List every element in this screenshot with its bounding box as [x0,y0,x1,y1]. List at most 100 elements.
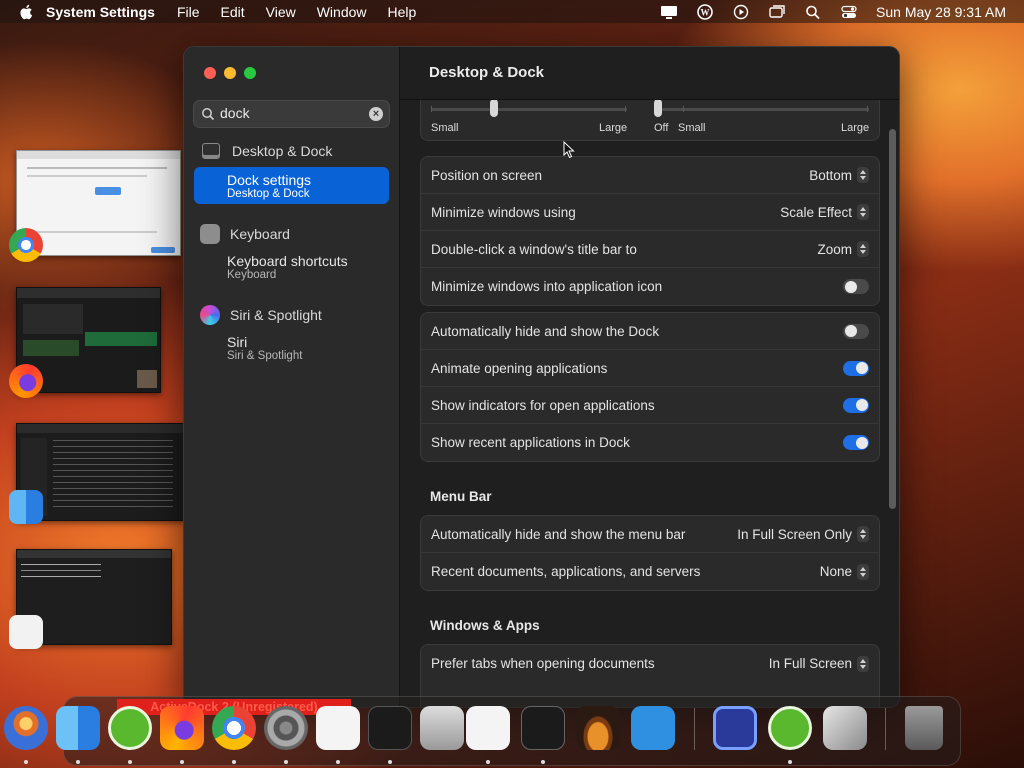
row-label: Automatically hide and show the menu bar [431,526,686,542]
autohide-dock-toggle[interactable] [843,323,869,339]
sidebar-result-keyboard-shortcuts[interactable]: Keyboard shortcuts Keyboard [194,248,389,285]
menu-clock[interactable]: Sun May 28 9:31 AM [876,4,1006,20]
menu-help[interactable]: Help [388,4,417,20]
magnification-tick [867,106,868,112]
finder-icon[interactable] [56,706,100,750]
minimize-button[interactable] [224,67,236,79]
running-indicator [128,760,132,764]
trash-icon[interactable] [905,706,943,750]
popup-value: Zoom [817,241,852,257]
position-popup[interactable]: Bottom [809,167,869,183]
row-label: Recent documents, applications, and serv… [431,564,701,579]
chevron-up-down-icon [857,204,869,220]
sidebar-result-siri[interactable]: Siri Siri & Spotlight [194,329,389,366]
clear-search-icon[interactable]: × [369,107,383,121]
siri-icon [200,305,220,325]
show-indicators-toggle[interactable] [843,397,869,413]
sidebar-result-dock-settings[interactable]: Dock settings Desktop & Dock [194,167,389,204]
launchpad-rocket-icon[interactable] [4,706,48,750]
recent-terminal-icon[interactable] [521,706,565,750]
apple-menu-icon[interactable] [18,3,36,21]
minimize-into-app-icon-toggle[interactable] [843,279,869,294]
menu-window[interactable]: Window [317,4,367,20]
magnification-max-label: Large [841,122,870,134]
search-input[interactable]: dock [220,105,250,121]
sidebar-item-label: Siri & Spotlight [230,307,322,323]
result-title: Keyboard shortcuts [227,253,348,269]
dock-separator [694,708,695,750]
double-click-popup[interactable]: Zoom [817,241,869,257]
firefox-badge-icon [9,364,43,398]
display-icon[interactable] [660,4,678,20]
dock-separator [885,708,886,750]
row-label: Position on screen [431,167,543,183]
popup-value: None [819,564,852,579]
running-indicator [24,760,28,764]
minimize-effect-popup[interactable]: Scale Effect [780,204,869,220]
size-max-label: Large [599,122,628,134]
magnification-min-label: Small [678,122,706,134]
terminal-icon[interactable] [368,706,412,750]
menu-view[interactable]: View [266,4,296,20]
recent-installer-icon[interactable] [823,706,867,750]
archive-utility-icon[interactable] [420,706,464,750]
magnification-slider-knob[interactable] [654,100,662,117]
finder-badge-icon [9,490,43,524]
row-label: Minimize windows into application icon [431,279,663,294]
result-caption: Desktop & Dock [227,188,310,200]
size-slider-track[interactable] [431,108,627,111]
close-button[interactable] [204,67,216,79]
search-field[interactable]: dock × [193,100,390,128]
dock-size-magnification-group: Small Large Off Small Large [420,100,880,141]
result-title: Dock settings [227,172,312,188]
popup-value: Bottom [809,167,852,183]
sidebar-item-siri-spotlight[interactable]: Siri & Spotlight [200,305,322,325]
dock-toggles-group: Automatically hide and show the Dock Ani… [420,312,880,462]
mouse-cursor-icon [563,141,575,159]
windows-icon[interactable] [768,4,786,20]
result-caption: Siri & Spotlight [227,350,303,362]
system-settings-gear-icon[interactable] [264,706,308,750]
sidebar-item-desktop-dock[interactable]: Desktop & Dock [200,143,332,159]
recent-textedit-icon[interactable] [466,706,510,750]
menu-file[interactable]: File [177,4,200,20]
spotlight-icon[interactable] [804,4,822,20]
double-click-title-bar-row: Double-click a window's title bar to Zoo… [421,231,879,268]
garageband-guitar-icon[interactable] [576,706,620,750]
zoom-button[interactable] [244,67,256,79]
keyboard-icon [200,224,220,244]
recent-utorrent-icon[interactable] [768,706,812,750]
recent-items-popup[interactable]: None [819,563,869,580]
textedit-icon[interactable] [316,706,360,750]
magnification-tick [683,106,684,112]
magnification-slider-track[interactable] [655,108,869,111]
utorrent-icon[interactable] [108,706,152,750]
vscode-icon[interactable] [631,706,675,750]
play-icon[interactable] [732,4,750,20]
row-label: Automatically hide and show the Dock [431,323,660,339]
size-slider-knob[interactable] [490,100,498,117]
autohide-menu-bar-popup[interactable]: In Full Screen Only [737,526,869,542]
chevron-up-down-icon [857,526,869,542]
window-controls [204,67,256,79]
popup-value: In Full Screen Only [737,526,852,542]
animate-opening-toggle[interactable] [843,360,869,376]
control-center-icon[interactable] [840,4,858,20]
chrome-icon[interactable] [212,706,256,750]
prefer-tabs-popup[interactable]: In Full Screen [768,655,869,672]
menu-edit[interactable]: Edit [221,4,245,20]
position-on-screen-row: Position on screen Bottom [421,157,879,194]
firefox-icon[interactable] [160,706,204,750]
sidebar-item-keyboard[interactable]: Keyboard [200,224,290,244]
dock-options-group: Position on screen Bottom Minimize windo… [420,156,880,306]
show-recent-apps-toggle[interactable] [843,435,869,450]
vertical-scrollbar[interactable] [889,129,896,509]
running-indicator [388,760,392,764]
recent-app-spiral-icon[interactable] [713,706,757,750]
menu-app-name[interactable]: System Settings [46,4,155,20]
row-label: Show recent applications in Dock [431,435,630,450]
minimize-effect-row: Minimize windows using Scale Effect [421,194,879,231]
wordpress-icon[interactable]: W [696,3,714,20]
popup-value: In Full Screen [768,656,852,671]
section-heading-windows-apps: Windows & Apps [430,618,540,633]
